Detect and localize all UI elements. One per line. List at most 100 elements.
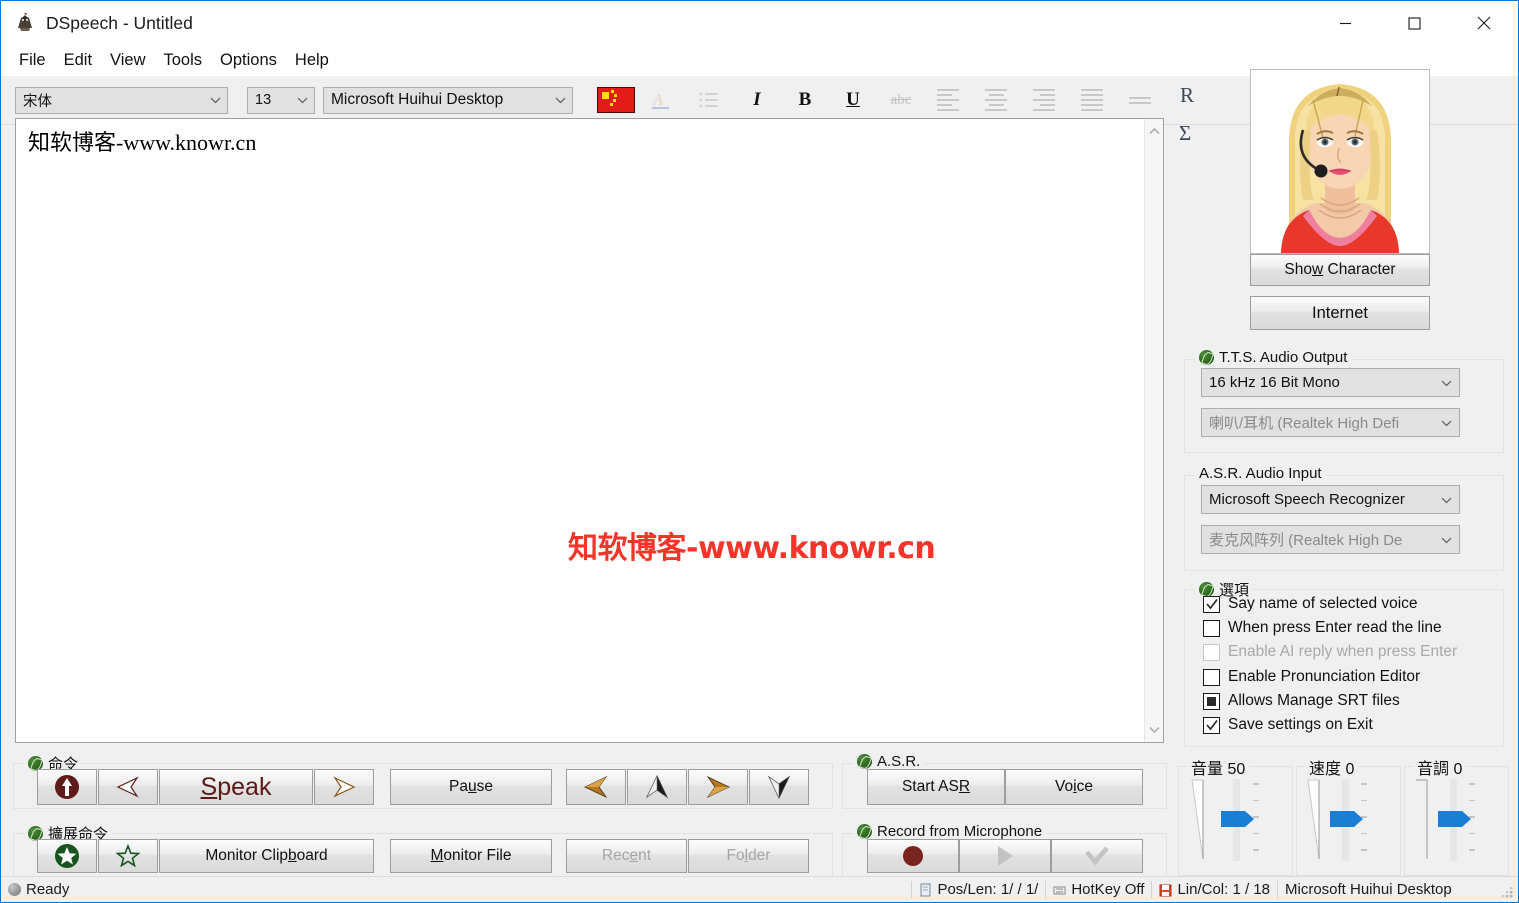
italic-icon[interactable]: I: [735, 83, 779, 117]
resize-grip-icon[interactable]: [1501, 886, 1514, 899]
play-triangle-icon: [998, 846, 1013, 866]
menu-file[interactable]: File: [10, 49, 55, 72]
folder-button[interactable]: Folder: [688, 839, 809, 873]
bold-icon[interactable]: B: [783, 83, 827, 117]
option-pronunciation-checkbox[interactable]: [1203, 668, 1220, 686]
option-ai-reply-checkbox: [1203, 643, 1220, 661]
status-lincol-label: Lin/Col: 1 / 18: [1177, 881, 1270, 898]
show-character-button[interactable]: Show Character: [1250, 254, 1430, 286]
play-button[interactable]: [959, 839, 1051, 873]
nav-left-button[interactable]: [566, 769, 626, 805]
pause-label: Pause: [449, 778, 493, 795]
record-circle-icon: [903, 846, 923, 866]
scroll-down-icon[interactable]: [1145, 720, 1163, 739]
option-enter-read-row[interactable]: When press Enter read the line: [1203, 619, 1442, 637]
monitor-clipboard-button[interactable]: Monitor Clipboard: [159, 839, 374, 873]
window-controls: [1311, 1, 1518, 45]
character-avatar: [1250, 69, 1430, 254]
dspeech-icon: [13, 11, 37, 35]
asr-input-group-label: A.S.R. Audio Input: [1195, 465, 1326, 482]
record-group-label: Record from Microphone: [853, 823, 1047, 840]
chevron-down-icon: [555, 97, 566, 104]
speak-prev-button[interactable]: [98, 769, 158, 805]
show-character-label: Show Character: [1284, 261, 1396, 278]
asr-voice-button[interactable]: Voice: [1005, 769, 1143, 805]
align-center-icon: [974, 83, 1018, 117]
option-srt-checkbox[interactable]: [1203, 692, 1220, 710]
menu-help[interactable]: Help: [286, 49, 338, 72]
asr-voice-label: Voice: [1055, 778, 1093, 795]
svg-text:A: A: [652, 92, 663, 109]
asr-device-combo[interactable]: 麦克风阵列 (Realtek High De: [1201, 525, 1460, 554]
pitch-slider-thumb[interactable]: [1438, 809, 1472, 829]
scroll-up-icon[interactable]: [1145, 122, 1163, 141]
option-save-exit-row[interactable]: Save settings on Exit: [1203, 716, 1373, 734]
chevron-down-icon: [1441, 497, 1452, 503]
check-icon: [1206, 719, 1218, 730]
strikethrough-icon: abc: [890, 91, 912, 108]
close-icon[interactable]: [1449, 1, 1518, 45]
font-size-combo[interactable]: 13: [247, 86, 315, 114]
reading-mode-button[interactable]: R: [1180, 83, 1194, 108]
speed-slider-thumb[interactable]: [1330, 809, 1364, 829]
asr-group-label: A.S.R.: [853, 753, 925, 770]
option-srt-label: Allows Manage SRT files: [1228, 692, 1400, 709]
globe-icon: [857, 754, 872, 769]
status-lincol: Lin/Col: 1 / 18: [1152, 881, 1277, 898]
pause-button[interactable]: Pause: [390, 769, 552, 805]
status-voice: Microsoft Huihui Desktop: [1278, 881, 1518, 898]
speak-button[interactable]: Speak: [159, 769, 313, 805]
underline-icon[interactable]: U: [831, 83, 875, 117]
font-family-combo[interactable]: 宋体: [15, 86, 228, 114]
accept-button[interactable]: [1051, 839, 1143, 873]
favorites-filled-button[interactable]: [37, 839, 97, 873]
option-pronunciation-row[interactable]: Enable Pronunciation Editor: [1203, 668, 1420, 686]
option-enter-read-checkbox[interactable]: [1203, 619, 1220, 637]
tts-device-combo[interactable]: 喇叭/耳机 (Realtek High Defi: [1201, 408, 1460, 437]
record-speak-button[interactable]: [37, 769, 97, 805]
internet-button[interactable]: Internet: [1250, 296, 1430, 330]
option-srt-row[interactable]: Allows Manage SRT files: [1203, 692, 1400, 710]
option-say-name-checkbox[interactable]: [1203, 595, 1220, 613]
volume-slider-thumb[interactable]: [1221, 809, 1255, 829]
chevron-down-icon: [210, 97, 221, 104]
arrow-up-gold-icon: [645, 774, 669, 799]
nav-up-button[interactable]: [627, 769, 687, 805]
text-editor[interactable]: 知软博客-www.knowr.cn 知软博客-www.knowr.cn: [15, 118, 1164, 743]
asr-device-value: 麦克风阵列 (Realtek High De: [1209, 532, 1403, 549]
asr-engine-combo[interactable]: Microsoft Speech Recognizer: [1201, 485, 1460, 514]
option-save-exit-checkbox[interactable]: [1203, 716, 1220, 734]
arrow-right-icon: [333, 776, 356, 798]
pitch-slider-label: 音調 0: [1413, 755, 1467, 779]
favorites-outline-button[interactable]: [98, 839, 158, 873]
start-asr-button[interactable]: Start ASR: [867, 769, 1005, 805]
tts-format-combo[interactable]: 16 kHz 16 Bit Mono: [1201, 368, 1460, 397]
align-right-icon: [1022, 83, 1066, 117]
nav-right-button[interactable]: [688, 769, 748, 805]
document-icon: [920, 883, 931, 896]
sum-button[interactable]: Σ: [1179, 121, 1191, 146]
recent-button[interactable]: Recent: [566, 839, 687, 873]
menu-tools[interactable]: Tools: [155, 49, 212, 72]
pitch-slider-group: 音調 0: [1404, 755, 1509, 876]
maximize-icon[interactable]: [1380, 1, 1449, 45]
china-flag-icon[interactable]: [594, 83, 638, 117]
record-button[interactable]: [867, 839, 959, 873]
line-spacing-icon: [1118, 83, 1162, 117]
menu-options[interactable]: Options: [211, 49, 286, 72]
option-say-name-label: Say name of selected voice: [1228, 595, 1418, 612]
speak-next-button[interactable]: [314, 769, 374, 805]
voice-combo[interactable]: Microsoft Huihui Desktop: [323, 86, 573, 114]
volume-slider-label: 音量 50: [1187, 755, 1250, 779]
volume-slider-group: 音量 50: [1178, 755, 1293, 876]
minimize-icon[interactable]: [1311, 1, 1380, 45]
editor-vertical-scrollbar[interactable]: [1144, 119, 1163, 742]
status-bar: Ready Pos/Len: 1/ / 1/ HotKey Off Lin/Co…: [1, 876, 1518, 902]
status-poslen: Pos/Len: 1/ / 1/: [912, 881, 1045, 898]
menu-view[interactable]: View: [101, 49, 154, 72]
chevron-down-icon: [1441, 537, 1452, 543]
nav-down-button[interactable]: [749, 769, 809, 805]
monitor-file-button[interactable]: Monitor File: [390, 839, 552, 873]
option-say-name-row[interactable]: Say name of selected voice: [1203, 595, 1418, 613]
menu-edit[interactable]: Edit: [55, 49, 101, 72]
